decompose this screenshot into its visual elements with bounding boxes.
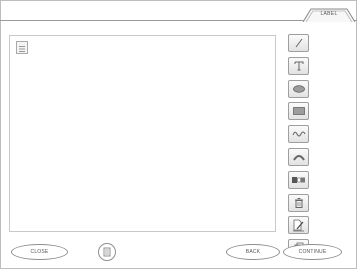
close-button-label: CLOSE	[30, 249, 49, 255]
edit-tool[interactable]	[288, 216, 309, 235]
page-icon[interactable]	[16, 41, 28, 54]
arc-icon	[292, 155, 305, 161]
rectangle-icon	[292, 107, 305, 116]
page-icon-glyph	[19, 46, 25, 52]
notepad-icon	[103, 247, 111, 257]
label-tab[interactable]: LABEL	[303, 8, 355, 22]
drawing-canvas[interactable]	[9, 35, 276, 232]
edit-icon	[293, 219, 304, 232]
close-button[interactable]: CLOSE	[11, 244, 68, 260]
line-icon	[295, 38, 302, 48]
freehand-tool[interactable]	[288, 125, 309, 144]
rectangle-tool[interactable]	[288, 102, 309, 121]
line-tool[interactable]	[288, 34, 309, 52]
text-icon	[294, 61, 303, 71]
ellipse-tool[interactable]	[288, 79, 309, 98]
arc-tool[interactable]	[288, 147, 309, 166]
wave-icon	[292, 131, 305, 137]
notes-button[interactable]	[98, 243, 116, 261]
ellipse-icon	[292, 84, 305, 93]
color-swatch-icon	[292, 176, 305, 183]
back-button[interactable]: BACK	[226, 244, 280, 260]
continue-button[interactable]: CONTINUE	[283, 244, 342, 260]
tool-palette	[288, 34, 309, 262]
trash-icon	[294, 197, 303, 208]
color-tool[interactable]	[288, 170, 309, 189]
label-tab-text: LABEL	[320, 11, 338, 17]
continue-button-label: CONTINUE	[298, 249, 327, 255]
delete-tool[interactable]	[288, 193, 309, 212]
text-tool[interactable]	[288, 56, 309, 75]
back-button-label: BACK	[245, 249, 261, 255]
